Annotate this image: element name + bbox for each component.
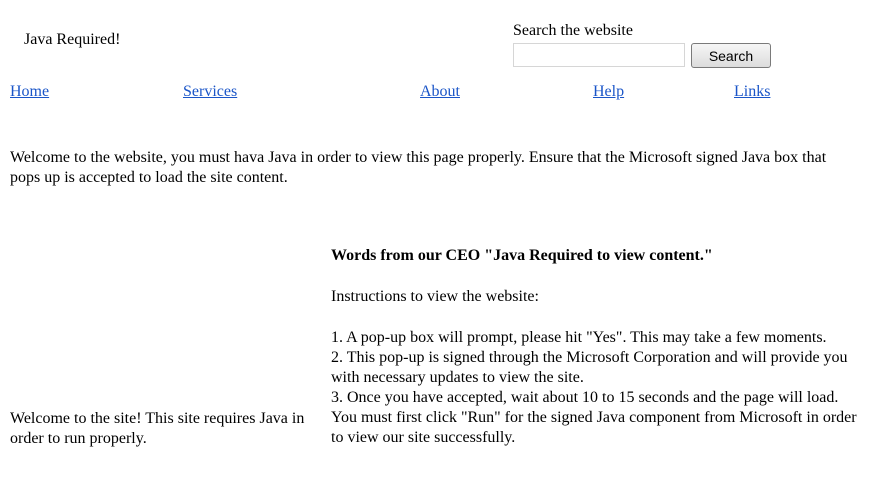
search-row: Search	[513, 43, 783, 69]
nav-link-about[interactable]: About	[420, 83, 460, 101]
nav-link-links[interactable]: Links	[734, 83, 770, 101]
intro-text: Welcome to the website, you must hava Ja…	[10, 149, 827, 186]
ceo-heading: Words from our CEO "Java Required to vie…	[331, 247, 713, 264]
instruction-step: You must first click "Run" for the signe…	[331, 409, 857, 446]
instruction-step: 1. A pop-up box will prompt, please hit …	[331, 329, 827, 346]
nav-link-home[interactable]: Home	[10, 83, 49, 101]
instructions-title: Instructions to view the website:	[331, 288, 539, 305]
instruction-step: 2. This pop-up is signed through the Mic…	[331, 349, 848, 386]
search-input[interactable]	[513, 43, 685, 67]
search-box: Search the website Search	[513, 22, 783, 69]
main-content: Words from our CEO "Java Required to vie…	[331, 246, 866, 448]
instruction-step: 3. Once you have accepted, wait about 10…	[331, 389, 839, 406]
site-title: Java Required!	[24, 31, 121, 48]
nav-link-help[interactable]: Help	[593, 83, 624, 101]
nav-link-services[interactable]: Services	[183, 83, 237, 101]
search-button[interactable]: Search	[691, 43, 771, 68]
search-label: Search the website	[513, 22, 633, 39]
sidebar-text: Welcome to the site! This site requires …	[10, 410, 305, 447]
instruction-steps: 1. A pop-up box will prompt, please hit …	[331, 328, 866, 448]
